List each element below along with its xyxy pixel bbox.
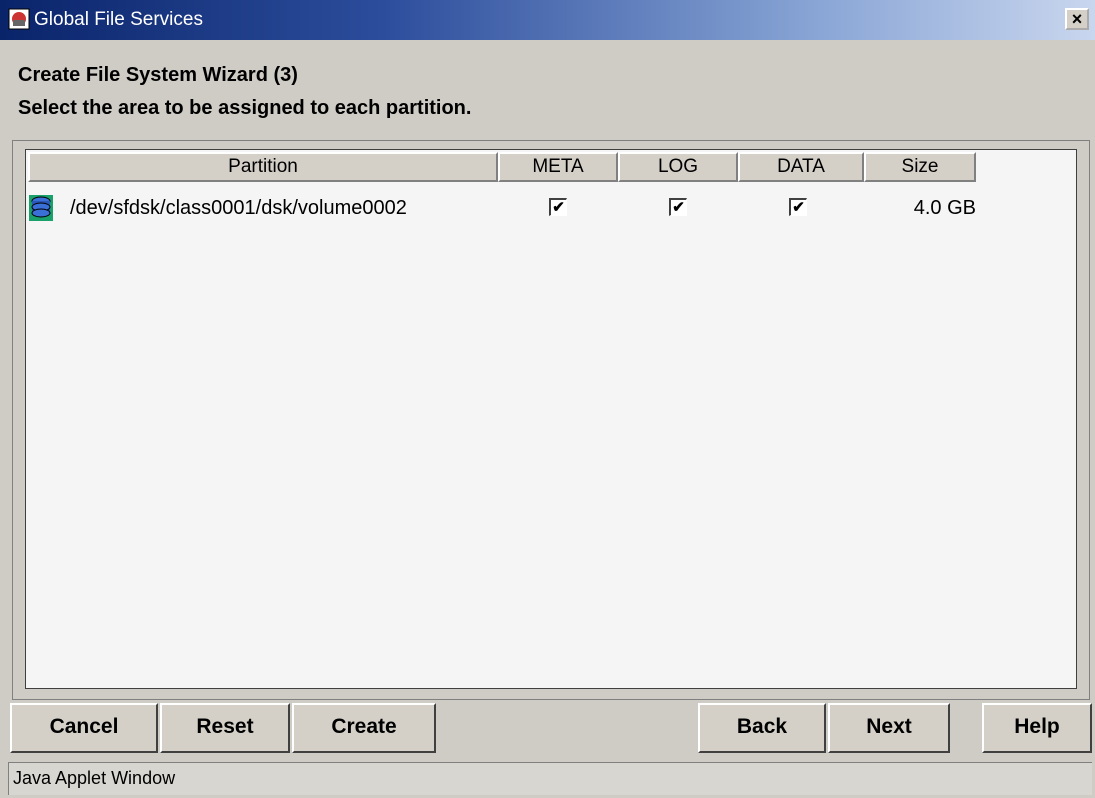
next-button[interactable]: Next	[828, 703, 950, 753]
column-header-partition[interactable]: Partition	[28, 152, 498, 182]
wizard-instruction: Select the area to be assigned to each p…	[18, 97, 472, 119]
partition-table: Partition META LOG DATA Size /dev/sfdsk/…	[25, 149, 1077, 689]
partition-size: 4.0 GB	[913, 197, 976, 219]
column-header-size[interactable]: Size	[864, 152, 976, 182]
button-bar: Cancel Reset Create Back Next Help	[0, 700, 1095, 758]
column-header-data[interactable]: DATA	[738, 152, 864, 182]
wizard-heading: Create File System Wizard (3)	[18, 64, 298, 86]
log-checkbox[interactable]: ✔	[669, 198, 687, 216]
partition-table-frame: Partition META LOG DATA Size /dev/sfdsk/…	[12, 140, 1090, 700]
reset-button[interactable]: Reset	[160, 703, 290, 753]
column-header-meta[interactable]: META	[498, 152, 618, 182]
disk-volume-icon	[29, 195, 53, 221]
window-title: Global File Services	[34, 9, 203, 30]
meta-checkbox[interactable]: ✔	[549, 198, 567, 216]
column-header-log[interactable]: LOG	[618, 152, 738, 182]
create-button[interactable]: Create	[292, 703, 436, 753]
title-bar[interactable]: Global File Services ×	[0, 0, 1095, 40]
app-icon	[8, 8, 30, 30]
data-checkbox[interactable]: ✔	[789, 198, 807, 216]
help-button[interactable]: Help	[982, 703, 1092, 753]
partition-path: /dev/sfdsk/class0001/dsk/volume0002	[70, 197, 407, 219]
status-bar: Java Applet Window	[8, 762, 1092, 795]
cancel-button[interactable]: Cancel	[10, 703, 158, 753]
table-row[interactable]: /dev/sfdsk/class0001/dsk/volume0002 ✔ ✔ …	[26, 194, 1076, 224]
back-button[interactable]: Back	[698, 703, 826, 753]
applet-window: Global File Services × Create File Syste…	[0, 0, 1095, 798]
close-button[interactable]: ×	[1065, 8, 1089, 30]
